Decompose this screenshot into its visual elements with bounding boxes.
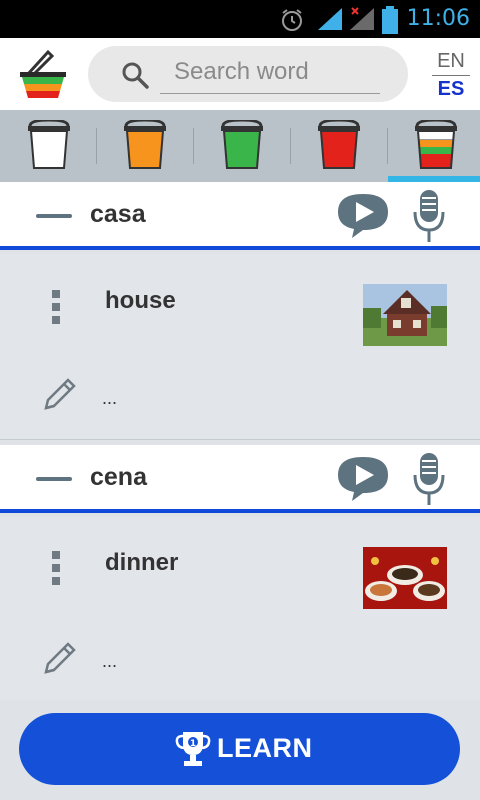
word: cena xyxy=(90,463,147,491)
play-audio-icon[interactable] xyxy=(334,192,392,240)
word-details: dinner ... xyxy=(0,517,480,700)
microphone-icon[interactable] xyxy=(412,188,446,244)
tab-bucket-green[interactable] xyxy=(219,120,265,172)
alarm-icon xyxy=(282,9,302,31)
target-language[interactable]: ES xyxy=(432,76,470,101)
translation: dinner xyxy=(105,549,179,576)
tab-bucket-red[interactable] xyxy=(316,120,362,172)
divider xyxy=(0,439,480,440)
app-logo-icon[interactable] xyxy=(18,46,70,102)
source-language[interactable]: EN xyxy=(432,50,470,76)
tab-bucket-empty[interactable] xyxy=(26,120,72,172)
edit-note-icon[interactable] xyxy=(40,376,78,414)
signal-icon xyxy=(318,8,342,30)
learn-label: LEARN xyxy=(217,733,313,763)
trophy-icon: 1 xyxy=(175,732,211,766)
bucket-tabs xyxy=(0,110,480,182)
more-options-icon[interactable] xyxy=(52,290,62,324)
word-details: house ... xyxy=(0,254,480,440)
top-bar: Search word EN ES xyxy=(0,38,480,110)
search-icon[interactable] xyxy=(120,60,150,90)
word: casa xyxy=(90,200,146,228)
word-header[interactable]: cena xyxy=(0,445,480,513)
note-text[interactable]: ... xyxy=(102,388,117,409)
signal-no-sim-icon xyxy=(350,7,374,30)
note-text[interactable]: ... xyxy=(102,651,117,672)
collapse-icon[interactable] xyxy=(36,214,72,218)
battery-icon xyxy=(382,6,398,34)
more-options-icon[interactable] xyxy=(52,551,62,585)
search-bar[interactable]: Search word xyxy=(88,46,408,102)
svg-text:1: 1 xyxy=(190,739,196,749)
status-clock: 11:06 xyxy=(406,6,470,31)
microphone-icon[interactable] xyxy=(412,451,446,507)
edit-note-icon[interactable] xyxy=(40,640,78,678)
search-input[interactable]: Search word xyxy=(160,54,380,94)
status-bar: 11:06 xyxy=(0,0,480,38)
word-header[interactable]: casa xyxy=(0,182,480,250)
tab-bucket-all[interactable] xyxy=(413,120,459,172)
tab-bucket-orange[interactable] xyxy=(122,120,168,172)
house-photo[interactable] xyxy=(363,284,447,346)
play-audio-icon[interactable] xyxy=(334,455,392,503)
dinner-photo[interactable] xyxy=(363,547,447,609)
language-switch[interactable]: EN ES xyxy=(432,50,470,101)
learn-button[interactable]: 1 LEARN xyxy=(19,713,460,785)
collapse-icon[interactable] xyxy=(36,477,72,481)
translation: house xyxy=(105,287,176,314)
search-placeholder: Search word xyxy=(174,58,309,85)
